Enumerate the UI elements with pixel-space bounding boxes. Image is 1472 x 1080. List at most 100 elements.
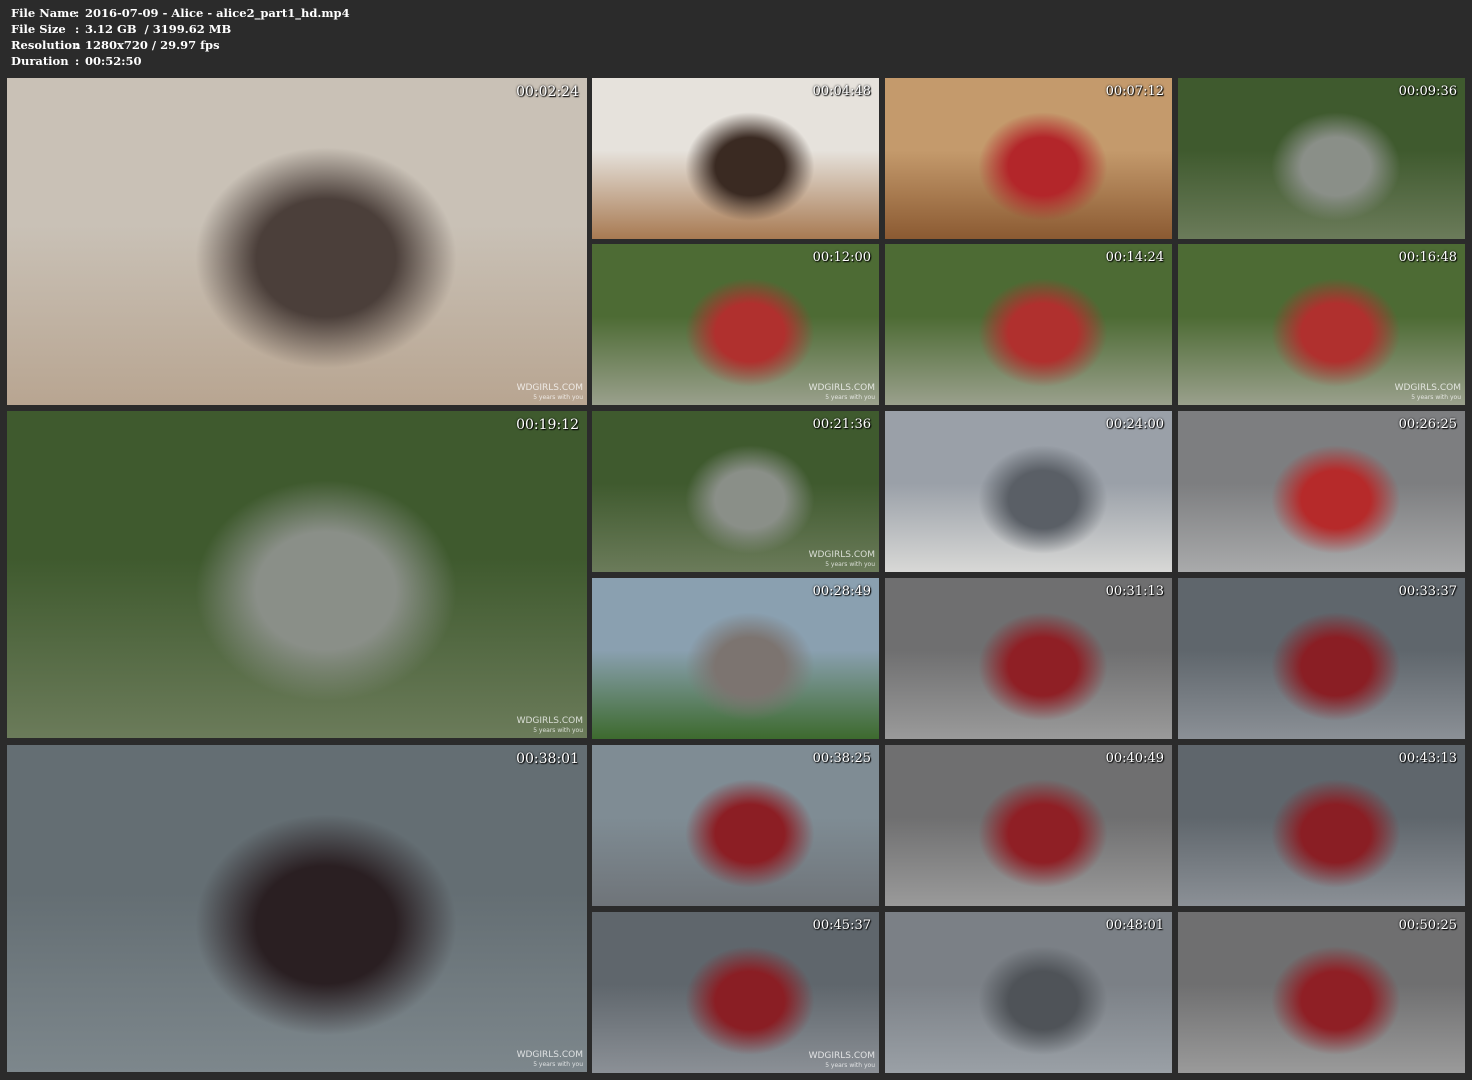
timestamp-label: 00:16:48 bbox=[1398, 250, 1457, 265]
thumbnail: 00:07:12 bbox=[885, 78, 1172, 239]
thumbnail-image bbox=[1178, 78, 1465, 239]
thumbnail: 00:24:00 bbox=[885, 411, 1172, 572]
thumbnail: 00:31:13 bbox=[885, 578, 1172, 739]
timestamp-label: 00:19:12 bbox=[516, 417, 579, 433]
timestamp-label: 00:38:01 bbox=[516, 751, 579, 767]
thumbnail-image bbox=[592, 411, 879, 572]
watermark-tagline: 5 years with you bbox=[533, 727, 583, 734]
timestamp-label: 00:24:00 bbox=[1105, 417, 1164, 432]
file-name-sep: : bbox=[75, 6, 80, 20]
timestamp-label: 00:43:13 bbox=[1398, 751, 1457, 766]
timestamp-label: 00:38:25 bbox=[812, 751, 871, 766]
timestamp-label: 00:33:37 bbox=[1398, 584, 1457, 599]
thumbnail-image bbox=[1178, 912, 1465, 1073]
timestamp-label: 00:45:37 bbox=[812, 918, 871, 933]
thumbnail: 00:19:12 WDGIRLS.COM 5 years with you bbox=[7, 411, 587, 738]
thumbnail: 00:43:13 bbox=[1178, 745, 1465, 906]
file-size-sep: : bbox=[75, 22, 80, 36]
timestamp-label: 00:21:36 bbox=[812, 417, 871, 432]
thumbnail: 00:12:00 WDGIRLS.COM 5 years with you bbox=[592, 244, 879, 405]
thumbnail-image bbox=[885, 578, 1172, 739]
thumbnail: 00:21:36 WDGIRLS.COM 5 years with you bbox=[592, 411, 879, 572]
resolution-row: Resolution : 1280x720 / 29.97 fps bbox=[11, 37, 350, 53]
thumbnail-image bbox=[592, 78, 879, 239]
timestamp-label: 00:02:24 bbox=[516, 84, 579, 100]
thumbnail: 00:28:49 bbox=[592, 578, 879, 739]
thumbnail-image bbox=[885, 745, 1172, 906]
watermark-tagline: 5 years with you bbox=[825, 394, 875, 401]
timestamp-label: 00:04:48 bbox=[812, 84, 871, 99]
site-watermark: WDGIRLS.COM 5 years with you bbox=[809, 551, 875, 569]
thumbnail: 00:14:24 bbox=[885, 244, 1172, 405]
file-size-value: 3.12 GB / 3199.62 MB bbox=[85, 22, 232, 36]
watermark-site: WDGIRLS.COM bbox=[1394, 383, 1461, 393]
site-watermark: WDGIRLS.COM 5 years with you bbox=[809, 1052, 875, 1070]
timestamp-label: 00:50:25 bbox=[1398, 918, 1457, 933]
thumbnail: 00:33:37 bbox=[1178, 578, 1465, 739]
thumbnail-image bbox=[1178, 578, 1465, 739]
site-watermark: WDGIRLS.COM 5 years with you bbox=[517, 384, 583, 402]
timestamp-label: 00:48:01 bbox=[1105, 918, 1164, 933]
site-watermark: WDGIRLS.COM 5 years with you bbox=[517, 1051, 583, 1069]
thumbnail-image bbox=[592, 745, 879, 906]
thumbnail: 00:40:49 bbox=[885, 745, 1172, 906]
watermark-site: WDGIRLS.COM bbox=[516, 383, 583, 393]
watermark-site: WDGIRLS.COM bbox=[516, 1050, 583, 1060]
resolution-sep: : bbox=[75, 38, 80, 52]
watermark-tagline: 5 years with you bbox=[825, 1062, 875, 1069]
thumbnail-image bbox=[7, 745, 587, 1072]
duration-sep: : bbox=[75, 54, 80, 68]
watermark-site: WDGIRLS.COM bbox=[516, 716, 583, 726]
timestamp-label: 00:26:25 bbox=[1398, 417, 1457, 432]
timestamp-label: 00:31:13 bbox=[1105, 584, 1164, 599]
watermark-site: WDGIRLS.COM bbox=[808, 383, 875, 393]
watermark-site: WDGIRLS.COM bbox=[808, 1051, 875, 1061]
file-name-row: File Name : 2016-07-09 - Alice - alice2_… bbox=[11, 5, 350, 21]
thumbnail: 00:48:01 bbox=[885, 912, 1172, 1073]
watermark-site: WDGIRLS.COM bbox=[808, 550, 875, 560]
file-name-key: File Name bbox=[11, 6, 77, 20]
thumbnail: 00:16:48 WDGIRLS.COM 5 years with you bbox=[1178, 244, 1465, 405]
thumbnail-image bbox=[885, 912, 1172, 1073]
thumbnail-image bbox=[885, 244, 1172, 405]
watermark-tagline: 5 years with you bbox=[1411, 394, 1461, 401]
site-watermark: WDGIRLS.COM 5 years with you bbox=[1395, 384, 1461, 402]
thumbnail-image bbox=[1178, 244, 1465, 405]
file-size-row: File Size : 3.12 GB / 3199.62 MB bbox=[11, 21, 350, 37]
resolution-value: 1280x720 / 29.97 fps bbox=[85, 38, 220, 52]
resolution-key: Resolution bbox=[11, 38, 81, 52]
thumbnail: 00:26:25 bbox=[1178, 411, 1465, 572]
timestamp-label: 00:09:36 bbox=[1398, 84, 1457, 99]
thumbnail-image bbox=[592, 244, 879, 405]
timestamp-label: 00:28:49 bbox=[812, 584, 871, 599]
site-watermark: WDGIRLS.COM 5 years with you bbox=[517, 717, 583, 735]
thumbnail: 00:45:37 WDGIRLS.COM 5 years with you bbox=[592, 912, 879, 1073]
timestamp-label: 00:07:12 bbox=[1105, 84, 1164, 99]
site-watermark: WDGIRLS.COM 5 years with you bbox=[809, 384, 875, 402]
thumbnail: 00:50:25 bbox=[1178, 912, 1465, 1073]
thumbnail-image bbox=[885, 78, 1172, 239]
thumbnail: 00:38:25 bbox=[592, 745, 879, 906]
thumbnail-image bbox=[7, 78, 587, 405]
file-size-key: File Size bbox=[11, 22, 66, 36]
duration-row: Duration : 00:52:50 bbox=[11, 53, 350, 69]
thumbnail-image bbox=[592, 578, 879, 739]
thumbnail-image bbox=[1178, 411, 1465, 572]
file-info-header: File Name : 2016-07-09 - Alice - alice2_… bbox=[11, 5, 350, 69]
watermark-tagline: 5 years with you bbox=[533, 1061, 583, 1068]
thumbnail-image bbox=[885, 411, 1172, 572]
watermark-tagline: 5 years with you bbox=[825, 561, 875, 568]
duration-key: Duration bbox=[11, 54, 69, 68]
timestamp-label: 00:40:49 bbox=[1105, 751, 1164, 766]
thumbnail-image bbox=[7, 411, 587, 738]
duration-value: 00:52:50 bbox=[85, 54, 142, 68]
watermark-tagline: 5 years with you bbox=[533, 394, 583, 401]
timestamp-label: 00:14:24 bbox=[1105, 250, 1164, 265]
thumbnail: 00:02:24 WDGIRLS.COM 5 years with you bbox=[7, 78, 587, 405]
file-name-value: 2016-07-09 - Alice - alice2_part1_hd.mp4 bbox=[85, 6, 350, 20]
thumbnail: 00:09:36 bbox=[1178, 78, 1465, 239]
thumbnail-image bbox=[1178, 745, 1465, 906]
thumbnail-image bbox=[592, 912, 879, 1073]
thumbnail: 00:04:48 bbox=[592, 78, 879, 239]
timestamp-label: 00:12:00 bbox=[812, 250, 871, 265]
